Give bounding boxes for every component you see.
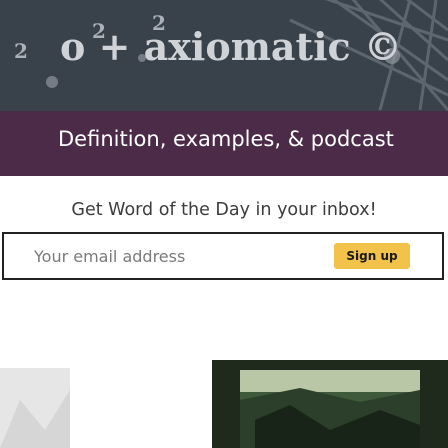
article-image [0,360,448,448]
hero-caption-bar: Definition, examples, & podcast [0,111,448,176]
email-field[interactable] [4,234,324,278]
newsletter-signup-form: Sign up [2,232,444,280]
signup-button[interactable]: Sign up [334,243,410,269]
hero-banner: 2 2 2 o + axiomatic © Definition, exampl… [0,0,448,176]
newsletter-prompt: Get Word of the Day in your inbox! [71,200,377,220]
article-image-graphic [0,360,448,448]
svg-text:2: 2 [14,39,28,63]
hero-caption-text: Definition, examples, & podcast [58,127,394,151]
hero-title: o + axiomatic © [60,24,402,69]
